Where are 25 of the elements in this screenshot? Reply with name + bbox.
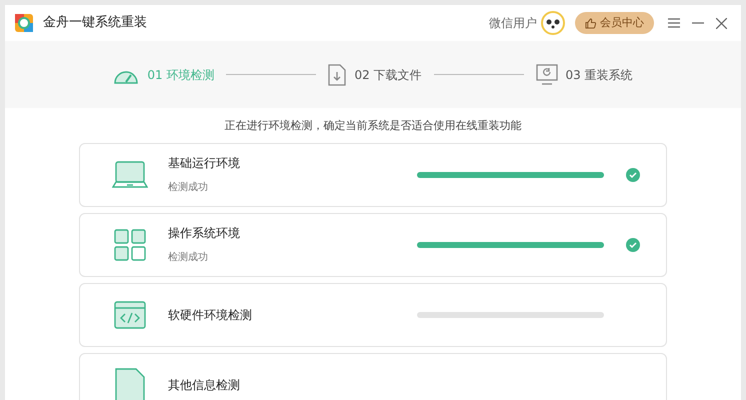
check-title: 操作系统环境 — [168, 225, 241, 242]
thumbs-up-icon — [585, 18, 596, 28]
step-label: 03 重装系统 — [566, 66, 633, 84]
download-file-icon — [328, 64, 346, 86]
code-window-icon — [114, 300, 146, 328]
window-title: 金舟一键系统重装 — [43, 14, 147, 32]
laptop-icon — [112, 160, 148, 188]
monitor-refresh-icon — [536, 64, 558, 86]
status-message: 正在进行环境检测，确定当前系统是否适合使用在线重装功能 — [224, 118, 522, 134]
check-status: 检测成功 — [168, 250, 209, 265]
check-title: 软硬件环境检测 — [168, 306, 253, 324]
menu-icon[interactable] — [668, 18, 680, 28]
step-label: 02 下载文件 — [354, 66, 422, 84]
vip-center-button[interactable]: 会员中心 — [575, 12, 654, 34]
grid-icon — [114, 228, 146, 260]
check-title: 基础运行环境 — [168, 155, 241, 172]
check-title: 其他信息检测 — [168, 376, 241, 394]
minimize-icon[interactable] — [692, 22, 704, 24]
username: 微信用户 — [489, 15, 537, 32]
app-logo-icon — [15, 14, 33, 32]
close-icon[interactable] — [716, 18, 727, 28]
check-status: 检测成功 — [168, 180, 209, 195]
step-label: 01 环境检测 — [147, 66, 214, 84]
document-icon — [115, 368, 145, 400]
panda-avatar-icon[interactable] — [541, 11, 565, 35]
